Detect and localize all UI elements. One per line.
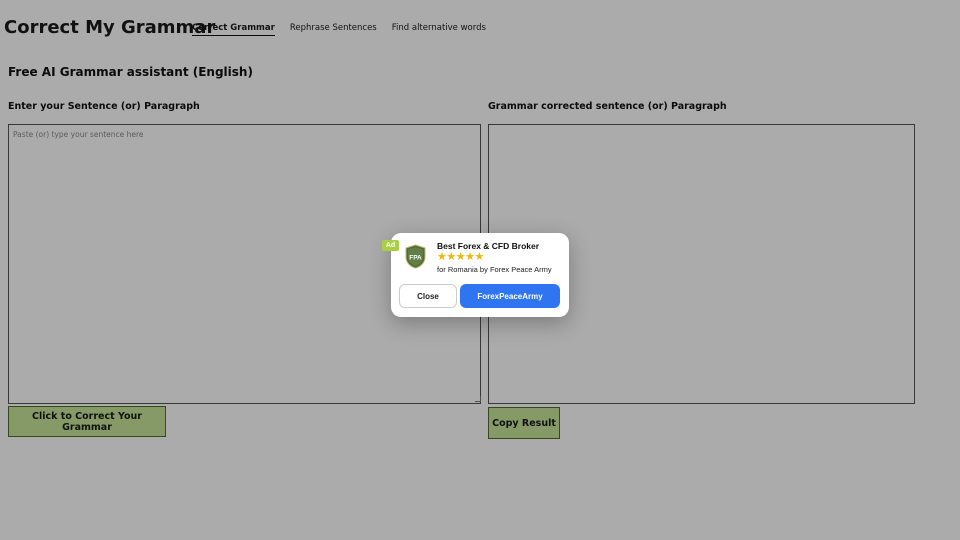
fpa-logo-text: FPA xyxy=(409,255,422,262)
rating-stars-icon: ★★★★★ xyxy=(437,250,484,263)
ad-close-button[interactable]: Close xyxy=(399,284,457,308)
ad-badge: Ad xyxy=(382,240,399,251)
ad-subtitle: for Romania by Forex Peace Army xyxy=(437,265,552,274)
fpa-shield-icon: FPA xyxy=(405,244,426,269)
ad-cta-button[interactable]: ForexPeaceArmy xyxy=(460,284,560,308)
